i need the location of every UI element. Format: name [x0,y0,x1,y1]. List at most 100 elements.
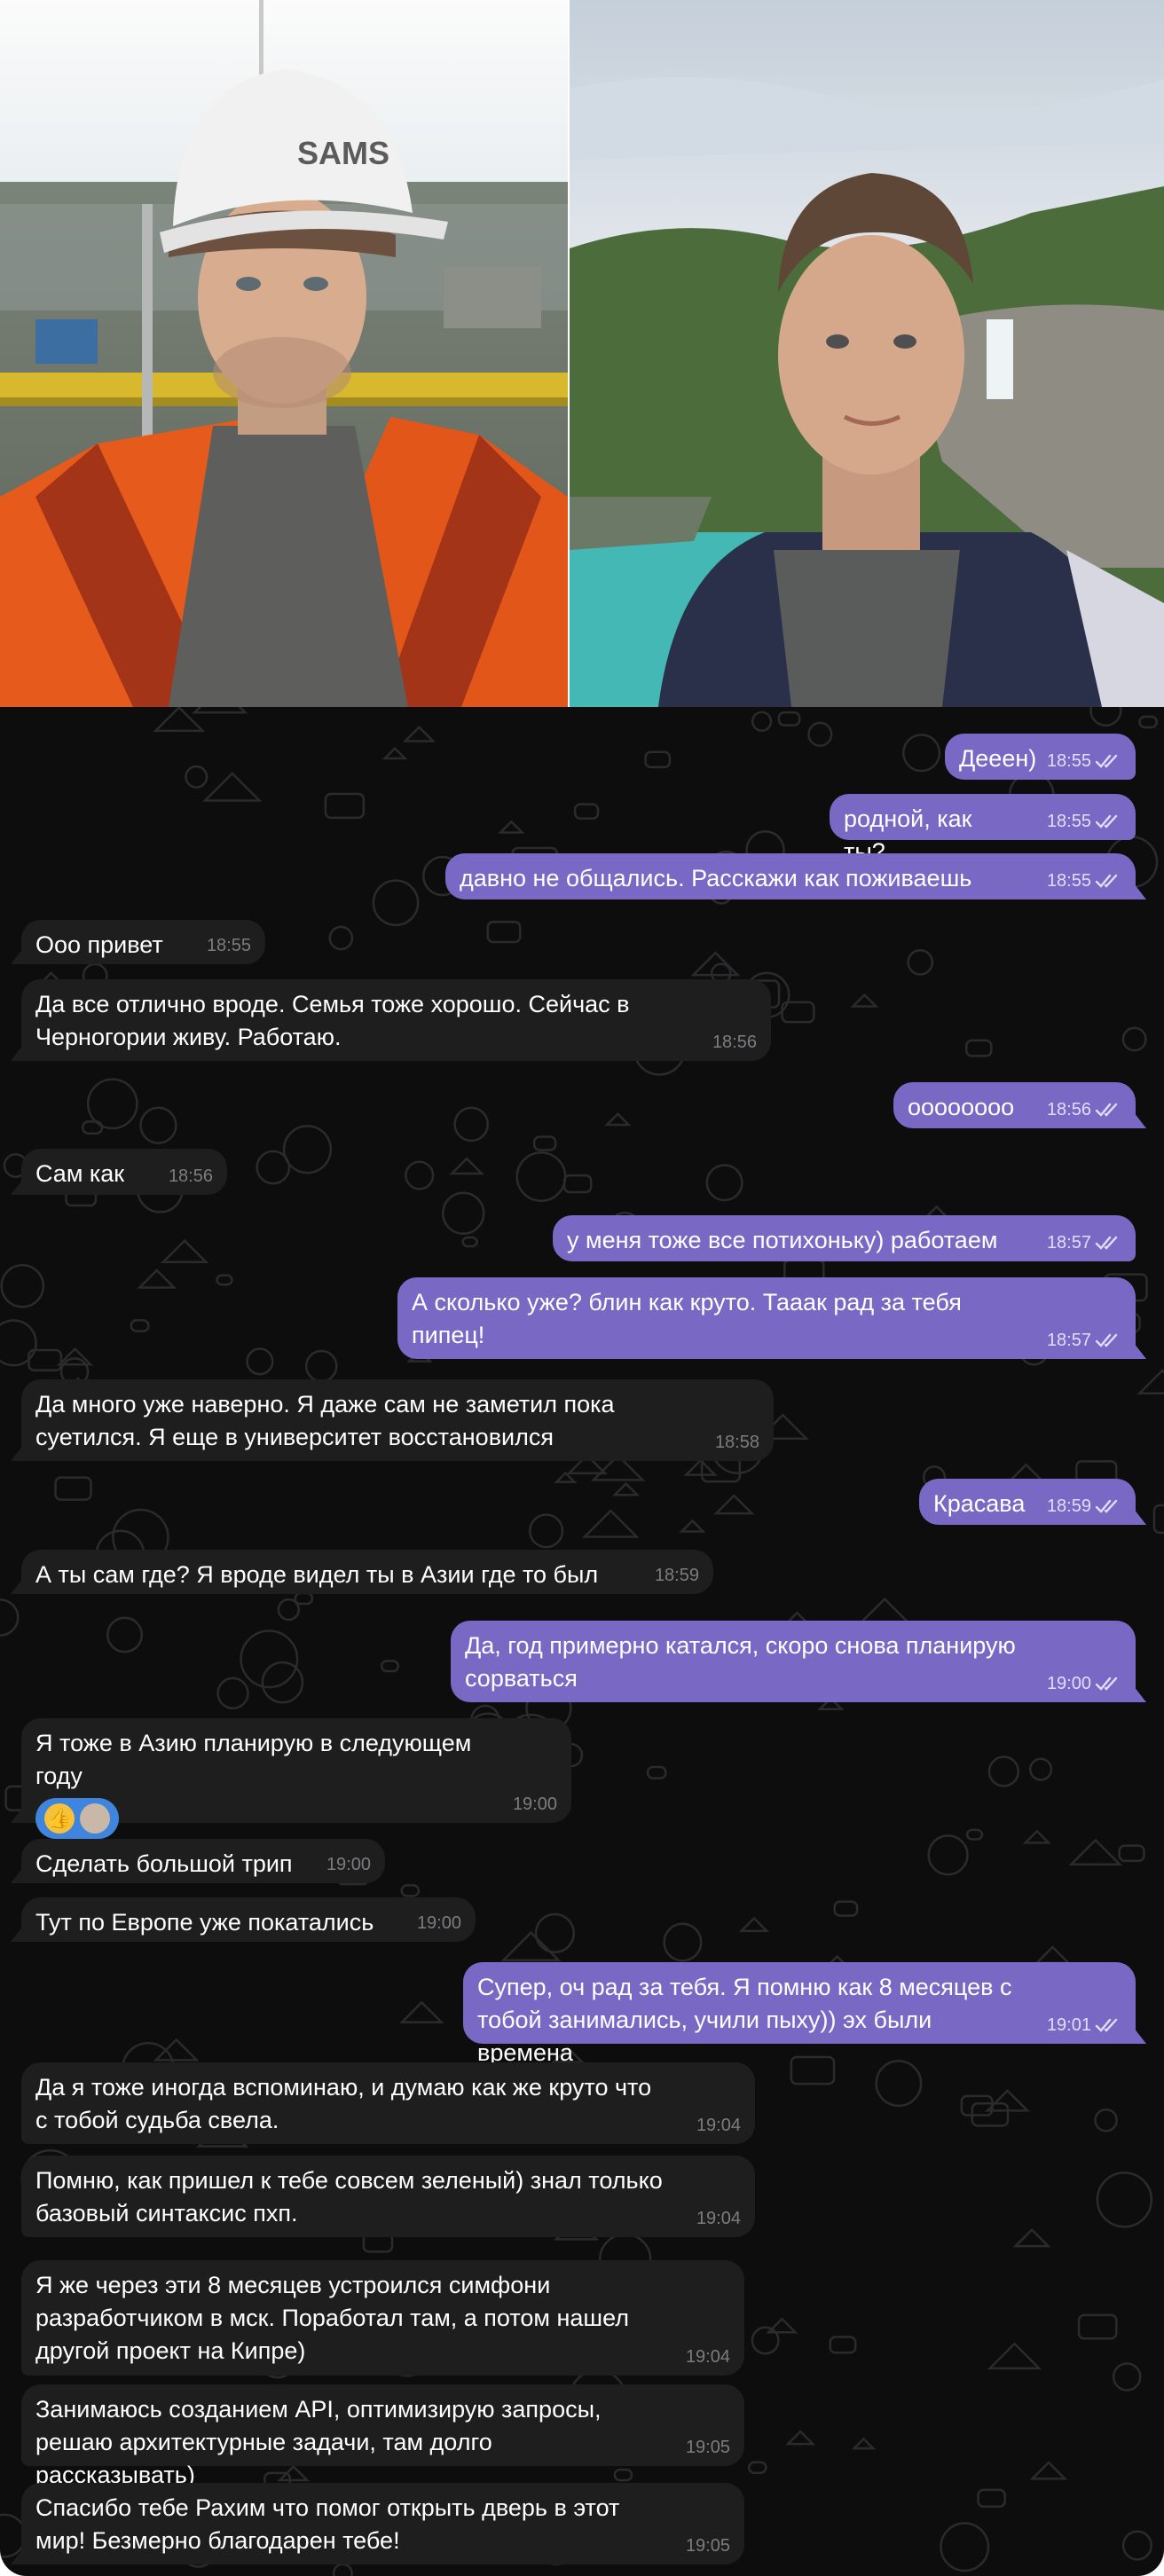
outgoing-message[interactable]: у меня тоже все потихоньку) работаем 18:5… [553,1215,1136,1261]
message-time: 19:04 [685,2347,730,2367]
message-text: Сам как [35,1160,125,1187]
double-check-icon [1095,2018,1118,2032]
message-meta: 19:00 [1047,1674,1121,1693]
message-text: А сколько уже? блин как круто. Тааак рад… [412,1289,962,1348]
incoming-message[interactable]: Я же через эти 8 месяцев устроился симфо… [21,2260,744,2376]
message-meta: 19:00 [417,1913,461,1933]
message-time: 19:04 [696,2209,741,2228]
outgoing-message[interactable]: родной, как ты? 18:55 [830,794,1136,865]
pattern-doodle [1136,1369,1164,1394]
pattern-doodle [534,1912,576,1954]
incoming-message[interactable]: Помню, как пришел к тебе совсем зеленый)… [21,2156,755,2237]
incoming-message[interactable]: Да я тоже иногда вспоминаю, и думаю как … [21,2062,755,2144]
message-meta: 19:05 [686,2438,730,2457]
message-meta: 19:00 [513,1795,557,1814]
message-time: 18:57 [1046,1331,1091,1350]
incoming-message[interactable]: Сам как 18:56 [21,1149,227,1195]
incoming-message[interactable]: Я тоже в Азию планирую в следующем году 👍… [21,1718,571,1839]
pattern-doodle [851,2437,877,2450]
outgoing-message[interactable]: оооооооо 18:56 [893,1082,1136,1128]
incoming-message[interactable]: Тут по Европе уже покатались 19:00 [21,1897,476,1942]
pattern-doodle [185,765,208,789]
outgoing-message[interactable]: давно не общались. Расскажи как поживаеш… [445,853,1136,899]
double-check-icon [1095,1677,1118,1691]
pattern-doodle [777,711,801,726]
pattern-doodle [1152,1504,1164,1535]
thumbs-up-emoji: 👍 [44,1803,75,1834]
message-text: у меня тоже все потихоньку) работаем [567,1227,998,1253]
pattern-doodle [498,820,525,834]
pattern-doodle [532,1135,557,1151]
double-check-icon [1095,1236,1118,1250]
pattern-doodle [216,1677,249,1710]
message-time: 19:04 [696,2116,741,2135]
pattern-doodle [54,1476,92,1501]
pattern-doodle [0,1319,37,1367]
reaction-pill[interactable]: 👍 [35,1798,119,1839]
incoming-message[interactable]: А ты сам где? Я вроде видел ты в Азии гд… [21,1550,713,1594]
message-text: Да все отлично вроде. Семья тоже хорошо.… [35,991,630,1050]
chat-area[interactable]: Дееен) 18:55 родной, как ты? 18:55 давно не … [0,707,1164,2576]
pattern-doodle [192,707,248,714]
message-text: оооооооо [908,1094,1015,1120]
incoming-message[interactable]: Да много уже наверно. Я даже сам не заме… [21,1379,774,1461]
outgoing-message[interactable]: А сколько уже? блин как круто. Тааак рад… [397,1277,1136,1359]
message-meta: 18:56 [712,1033,757,1052]
message-meta: 18:59 [655,1566,699,1585]
reaction-avatar-icon [80,1803,110,1834]
message-text: Я тоже в Азию планирую в следующем году [35,1730,472,1789]
pattern-doodle [902,734,941,773]
message-meta: 19:01 [1047,2015,1121,2035]
incoming-message[interactable]: Сделать большой трип 19:00 [21,1839,385,1883]
outgoing-message[interactable]: Дееен) 18:55 [945,734,1136,780]
pattern-doodle [1022,1829,1051,1844]
pattern-doodle [1034,1945,1072,1965]
message-text: Дееен) [959,745,1037,772]
incoming-message[interactable]: Спасибо тебе Рахим что помог открыть две… [21,2483,744,2564]
message-text: Сделать большой трип [35,1850,293,1877]
photo-man-at-waterfall [570,0,1164,707]
pattern-doodle [611,1481,641,1496]
message-time: 19:00 [1046,1674,1091,1693]
pattern-doodle [751,711,773,732]
pattern-doodle [256,1150,291,1185]
message-text: Спасибо тебе Рахим что помог открыть две… [35,2494,620,2554]
message-time: 18:56 [1046,1100,1091,1119]
pattern-doodle [1094,2108,1118,2132]
pattern-doodle [604,1111,632,1127]
pattern-doodle [927,1834,969,1876]
pattern-doodle [216,1274,233,1286]
message-time: 18:56 [712,1033,757,1052]
pattern-doodle [137,1268,177,1289]
outgoing-message[interactable]: Да, год примерно катался, скоро снова пл… [451,1621,1136,1702]
incoming-message[interactable]: Занимаюсь созданием API, оптимизирую зап… [21,2384,744,2488]
message-meta: 18:55 [1047,812,1121,831]
pattern-doodle [82,1120,104,1135]
double-check-icon [1095,1499,1118,1513]
message-time: 18:55 [1046,751,1091,771]
message-meta: 18:57 [1047,1331,1121,1350]
pattern-doodle [332,2563,353,2576]
pattern-doodle [294,1591,314,1606]
incoming-message[interactable]: Ооо привет 18:55 [21,920,265,964]
pattern-doodle [461,1236,478,1248]
message-time: 18:59 [1046,1496,1091,1516]
pattern-doodle [1118,1844,1145,1863]
outgoing-message[interactable]: Супер, оч рад за тебя. Я помню как 8 мес… [463,1962,1136,2066]
outgoing-message[interactable]: Красава 18:59 [919,1479,1136,1525]
incoming-message[interactable]: Да все отлично вроде. Семья тоже хорошо.… [21,979,771,1061]
pattern-doodle [705,1164,743,1202]
pattern-doodle [400,1884,421,1897]
pattern-doodle [940,2522,990,2572]
pattern-doodle [202,772,263,802]
message-meta: 19:00 [326,1855,371,1874]
pattern-doodle [785,2430,816,2446]
message-meta: 18:55 [1047,871,1121,891]
message-time: 18:55 [1046,871,1091,891]
pattern-doodle [380,1660,400,1673]
pattern-doodle [277,1598,301,1622]
pattern-doodle [1028,1757,1053,1781]
pattern-doodle [372,879,420,927]
pattern-doodle [1012,2227,1051,2248]
message-text: Тут по Европе уже покатались [35,1909,374,1936]
